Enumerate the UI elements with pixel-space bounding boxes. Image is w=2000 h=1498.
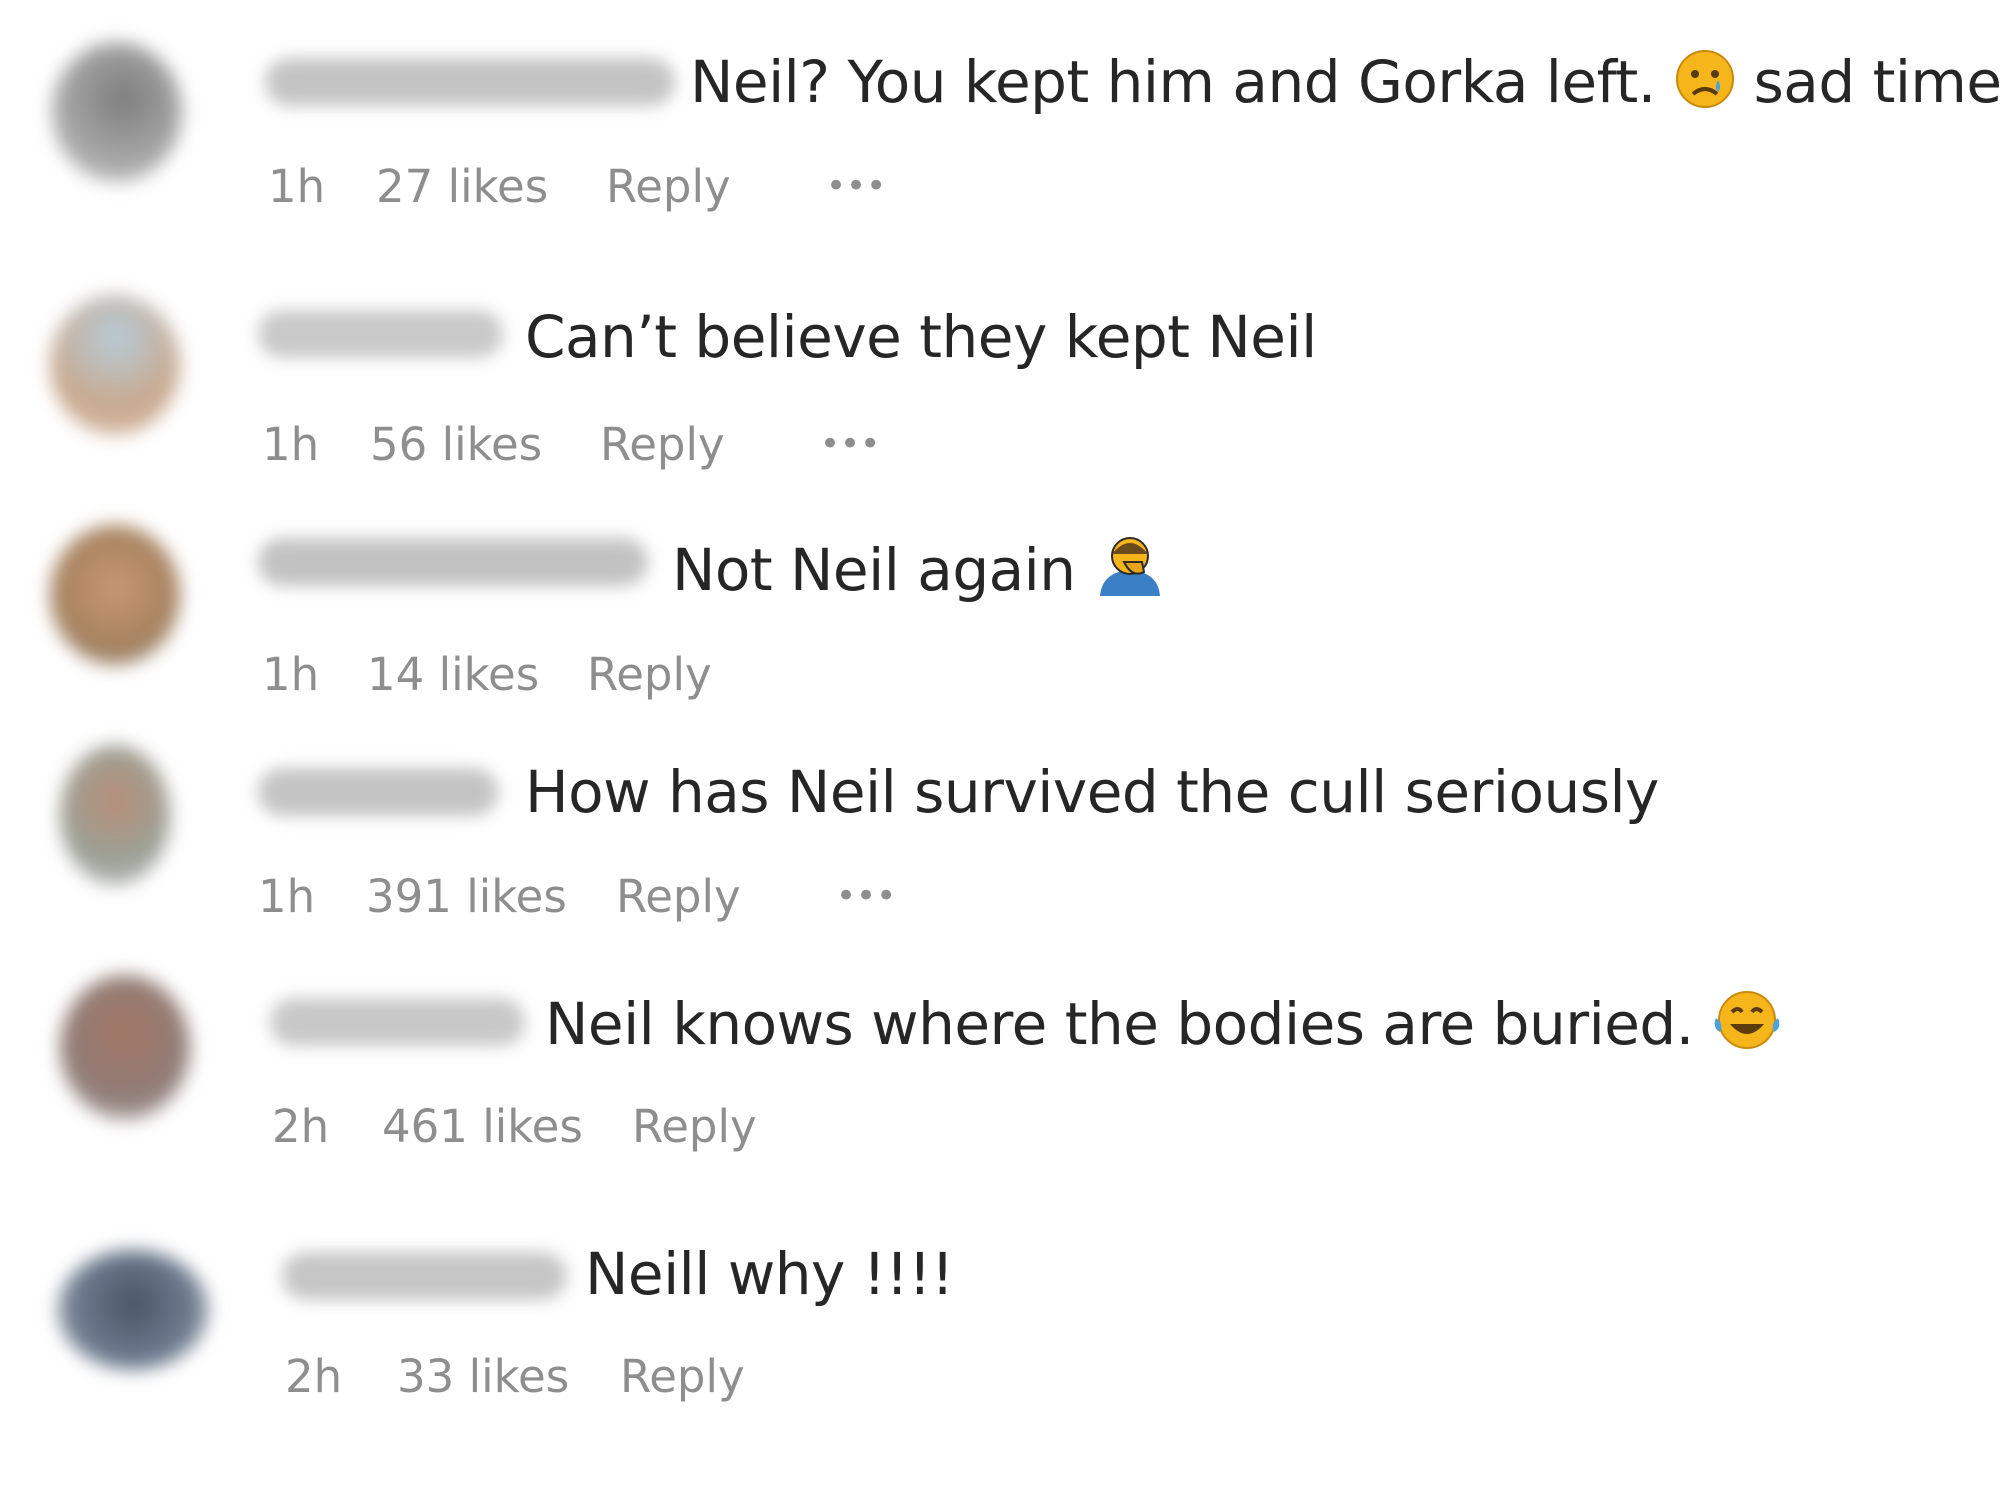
username-blurred[interactable]	[258, 768, 498, 816]
username-blurred[interactable]	[258, 538, 648, 586]
comment-body: Neil? You kept him and Gorka left.	[690, 48, 1656, 116]
comment-text: Neill why !!!!	[585, 1240, 954, 1308]
facepalm-icon	[1094, 532, 1166, 612]
comment-time[interactable]: 2h	[285, 1350, 342, 1403]
avatar[interactable]	[52, 42, 182, 182]
comment-body: How has Neil survived the cull seriously	[525, 758, 1659, 826]
reply-button[interactable]: Reply	[620, 1350, 745, 1403]
username-blurred[interactable]	[282, 1252, 567, 1300]
reply-button[interactable]: Reply	[616, 870, 741, 923]
reply-button[interactable]: Reply	[587, 648, 712, 701]
comments-list: Neil? You kept him and Gorka left. sad t…	[0, 0, 2000, 1498]
reply-button[interactable]: Reply	[606, 160, 731, 213]
more-options-button[interactable]: •••	[820, 424, 880, 464]
likes-count[interactable]: 33 likes	[397, 1350, 569, 1403]
avatar[interactable]	[58, 1250, 208, 1370]
username-blurred[interactable]	[258, 310, 503, 358]
comment-time[interactable]: 1h	[268, 160, 325, 213]
comment-body: Not Neil again	[672, 536, 1076, 604]
sad-face-icon	[1674, 48, 1736, 124]
avatar[interactable]	[50, 295, 180, 435]
comment-text: Neil? You kept him and Gorka left. sad t…	[690, 48, 2000, 124]
username-blurred[interactable]	[265, 58, 675, 106]
reply-button[interactable]: Reply	[632, 1100, 757, 1153]
laughing-crying-icon	[1712, 988, 1782, 1066]
comment-text: How has Neil survived the cull seriously	[525, 758, 1659, 826]
likes-count[interactable]: 391 likes	[366, 870, 567, 923]
avatar[interactable]	[50, 525, 180, 665]
comment-text: Neil knows where the bodies are buried.	[545, 988, 1782, 1066]
reply-button[interactable]: Reply	[600, 418, 725, 471]
comment-text: Can’t believe they kept Neil	[525, 303, 1317, 371]
likes-count[interactable]: 56 likes	[370, 418, 542, 471]
comment-time[interactable]: 1h	[262, 418, 319, 471]
comment-time[interactable]: 1h	[258, 870, 315, 923]
comment-body: Neill why !!!!	[585, 1240, 954, 1308]
username-blurred[interactable]	[270, 998, 525, 1046]
avatar[interactable]	[60, 975, 190, 1120]
likes-count[interactable]: 14 likes	[367, 648, 539, 701]
comment-text: Not Neil again	[672, 532, 1166, 612]
comment-body: Neil knows where the bodies are buried.	[545, 990, 1694, 1058]
comment-body-suffix: sad times	[1753, 48, 2000, 116]
avatar[interactable]	[60, 745, 170, 885]
likes-count[interactable]: 27 likes	[376, 160, 548, 213]
more-options-button[interactable]: •••	[826, 166, 886, 206]
more-options-button[interactable]: •••	[836, 876, 896, 916]
comment-time[interactable]: 1h	[262, 648, 319, 701]
likes-count[interactable]: 461 likes	[382, 1100, 583, 1153]
comment-body: Can’t believe they kept Neil	[525, 303, 1317, 371]
comment-time[interactable]: 2h	[272, 1100, 329, 1153]
